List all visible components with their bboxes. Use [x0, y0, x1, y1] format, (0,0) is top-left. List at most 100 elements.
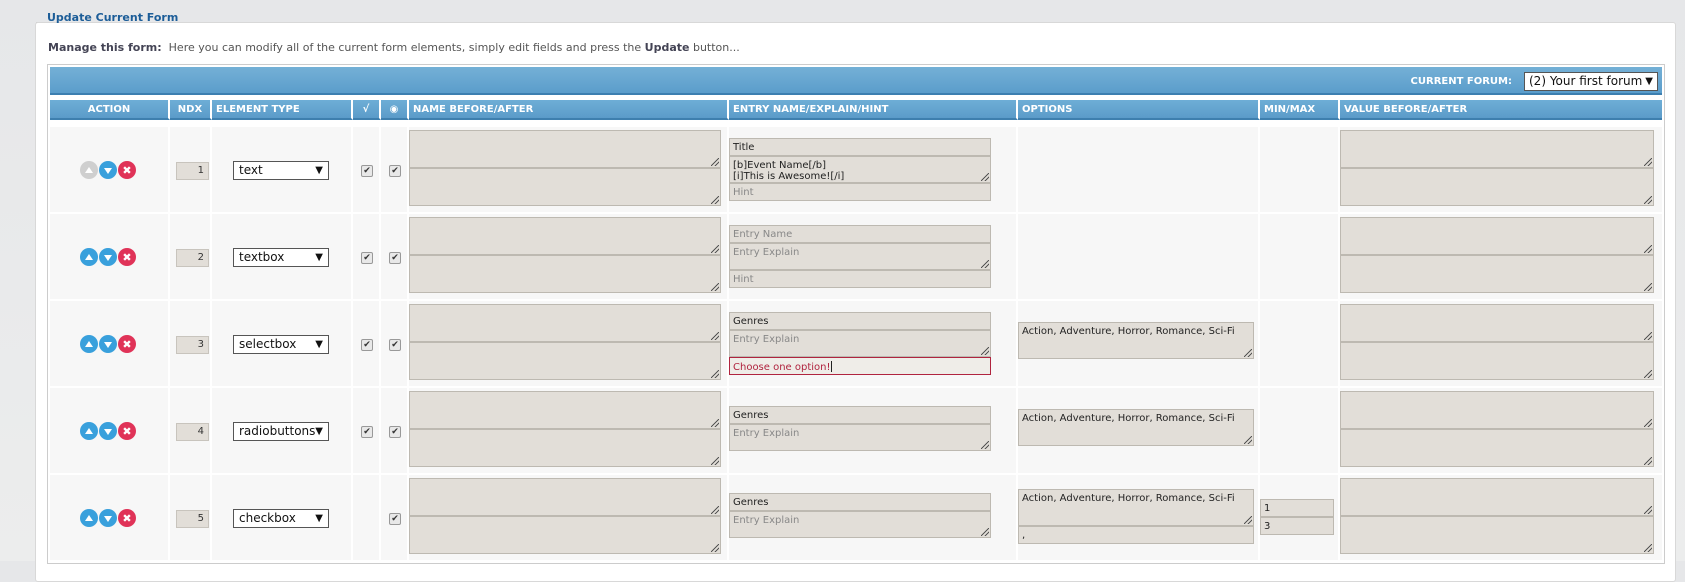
resize-grip-icon[interactable] [981, 441, 989, 449]
value-after-textarea[interactable] [1340, 168, 1654, 206]
resize-grip-icon[interactable] [1644, 419, 1652, 427]
current-forum-select[interactable]: (2) Your first forum ▼ [1524, 72, 1658, 91]
element-type-select[interactable]: selectbox ▼ [233, 335, 329, 354]
resize-grip-icon[interactable] [1644, 370, 1652, 378]
ndx-input[interactable]: 5 [176, 510, 209, 528]
name-after-textarea[interactable] [409, 429, 721, 467]
resize-grip-icon[interactable] [711, 544, 719, 552]
required-checkbox[interactable]: ✔ [361, 426, 373, 438]
value-after-textarea[interactable] [1340, 516, 1654, 554]
resize-grip-icon[interactable] [711, 457, 719, 465]
resize-grip-icon[interactable] [981, 260, 989, 268]
delete-icon[interactable]: ✖ [118, 509, 136, 527]
move-down-icon[interactable] [99, 422, 117, 440]
entry-explain-textarea[interactable]: Entry Explain [729, 330, 991, 357]
delete-icon[interactable]: ✖ [118, 248, 136, 266]
move-down-icon[interactable] [99, 335, 117, 353]
required-checkbox[interactable]: ✔ [361, 339, 373, 351]
visible-checkbox[interactable]: ✔ [389, 426, 401, 438]
required-checkbox[interactable]: ✔ [361, 165, 373, 177]
resize-grip-icon[interactable] [711, 370, 719, 378]
value-before-textarea[interactable] [1340, 304, 1654, 342]
entry-explain-textarea[interactable]: Entry Explain [729, 243, 991, 270]
element-type-select[interactable]: text ▼ [233, 161, 329, 180]
resize-grip-icon[interactable] [711, 283, 719, 291]
entry-explain-textarea[interactable]: Entry Explain [729, 424, 991, 451]
resize-grip-icon[interactable] [1644, 457, 1652, 465]
value-after-textarea[interactable] [1340, 255, 1654, 293]
entry-name-input[interactable]: Entry Name [729, 225, 991, 243]
name-before-textarea[interactable] [409, 130, 721, 168]
delete-icon[interactable]: ✖ [118, 422, 136, 440]
name-after-textarea[interactable] [409, 255, 721, 293]
resize-grip-icon[interactable] [1644, 245, 1652, 253]
visible-checkbox[interactable]: ✔ [389, 165, 401, 177]
ndx-input[interactable]: 2 [176, 249, 209, 267]
entry-explain-textarea[interactable]: Entry Explain [729, 511, 991, 538]
max-input[interactable]: 3 [1260, 517, 1334, 535]
entry-name-input[interactable]: Title [729, 138, 991, 156]
resize-grip-icon[interactable] [981, 173, 989, 181]
resize-grip-icon[interactable] [1244, 516, 1252, 524]
value-before-textarea[interactable] [1340, 130, 1654, 168]
hint-input[interactable]: Hint [729, 183, 991, 201]
ndx-input[interactable]: 4 [176, 423, 209, 441]
move-up-icon[interactable] [80, 509, 98, 527]
resize-grip-icon[interactable] [711, 196, 719, 204]
resize-grip-icon[interactable] [1644, 544, 1652, 552]
hint-input[interactable]: Choose one option! [729, 357, 991, 375]
resize-grip-icon[interactable] [711, 419, 719, 427]
resize-grip-icon[interactable] [1644, 506, 1652, 514]
resize-grip-icon[interactable] [981, 528, 989, 536]
entry-name-input[interactable]: Genres [729, 493, 991, 511]
element-type-select[interactable]: radiobuttons ▼ [233, 422, 329, 441]
ndx-input[interactable]: 1 [176, 162, 209, 180]
options-textarea[interactable]: Action, Adventure, Horror, Romance, Sci-… [1018, 322, 1254, 359]
entry-name-input[interactable]: Genres [729, 312, 991, 330]
name-after-textarea[interactable] [409, 168, 721, 206]
visible-checkbox[interactable]: ✔ [389, 252, 401, 264]
ndx-input[interactable]: 3 [176, 336, 209, 354]
options-textarea[interactable]: Action, Adventure, Horror, Romance, Sci-… [1018, 409, 1254, 446]
value-after-textarea[interactable] [1340, 342, 1654, 380]
value-before-textarea[interactable] [1340, 217, 1654, 255]
move-down-icon[interactable] [99, 509, 117, 527]
move-up-icon[interactable] [80, 422, 98, 440]
delete-icon[interactable]: ✖ [118, 161, 136, 179]
value-before-textarea[interactable] [1340, 391, 1654, 429]
resize-grip-icon[interactable] [1644, 196, 1652, 204]
name-before-textarea[interactable] [409, 478, 721, 516]
element-type-select[interactable]: checkbox ▼ [233, 509, 329, 528]
required-checkbox[interactable]: ✔ [361, 252, 373, 264]
resize-grip-icon[interactable] [711, 506, 719, 514]
move-up-icon[interactable] [80, 248, 98, 266]
min-input[interactable]: 1 [1260, 499, 1334, 517]
resize-grip-icon[interactable] [981, 347, 989, 355]
resize-grip-icon[interactable] [1644, 158, 1652, 166]
element-type-select[interactable]: textbox ▼ [233, 248, 329, 267]
value-after-textarea[interactable] [1340, 429, 1654, 467]
resize-grip-icon[interactable] [1644, 332, 1652, 340]
options-separator-input[interactable]: , [1018, 526, 1254, 544]
entry-name-input[interactable]: Genres [729, 406, 991, 424]
visible-checkbox[interactable]: ✔ [389, 513, 401, 525]
name-before-textarea[interactable] [409, 217, 721, 255]
resize-grip-icon[interactable] [711, 245, 719, 253]
move-down-icon[interactable] [99, 161, 117, 179]
resize-grip-icon[interactable] [1244, 436, 1252, 444]
move-down-icon[interactable] [99, 248, 117, 266]
resize-grip-icon[interactable] [1644, 283, 1652, 291]
delete-icon[interactable]: ✖ [118, 335, 136, 353]
name-after-textarea[interactable] [409, 342, 721, 380]
value-before-textarea[interactable] [1340, 478, 1654, 516]
move-up-icon[interactable] [80, 161, 98, 179]
options-textarea[interactable]: Action, Adventure, Horror, Romance, Sci-… [1018, 489, 1254, 526]
resize-grip-icon[interactable] [711, 158, 719, 166]
name-before-textarea[interactable] [409, 391, 721, 429]
move-up-icon[interactable] [80, 335, 98, 353]
name-after-textarea[interactable] [409, 516, 721, 554]
hint-input[interactable]: Hint [729, 270, 991, 288]
visible-checkbox[interactable]: ✔ [389, 339, 401, 351]
name-before-textarea[interactable] [409, 304, 721, 342]
resize-grip-icon[interactable] [1244, 349, 1252, 357]
